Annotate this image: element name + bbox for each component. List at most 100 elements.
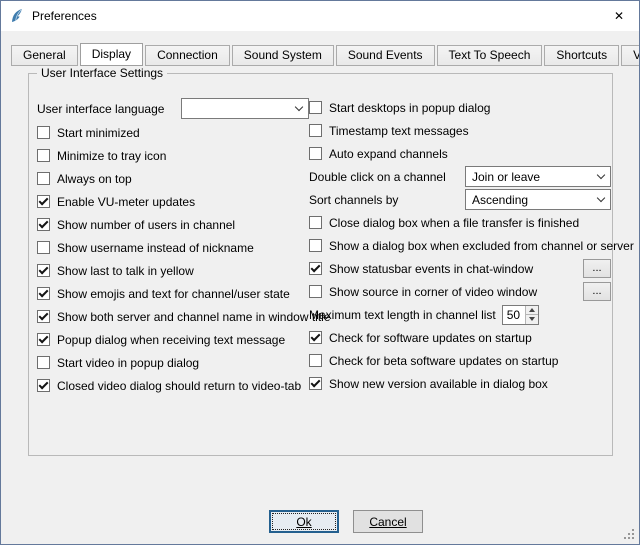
checkbox-label: Auto expand channels (329, 147, 448, 161)
cancel-button[interactable]: Cancel (353, 510, 423, 533)
sort-channels-row: Sort channels by Ascending (309, 188, 611, 211)
checkbox-box (37, 172, 50, 185)
tab-text-to-speech[interactable]: Text To Speech (437, 45, 543, 66)
checkbox-minimize-to-tray[interactable]: Minimize to tray icon (37, 144, 309, 167)
checkbox-start-video-popup[interactable]: Start video in popup dialog (37, 351, 309, 374)
checkbox-label: Show statusbar events in chat-window (329, 262, 533, 276)
ok-button[interactable]: Ok (269, 510, 339, 533)
checkbox-label: Enable VU-meter updates (57, 195, 195, 209)
checkbox-timestamp-messages[interactable]: Timestamp text messages (309, 119, 611, 142)
checkbox-label: Show new version available in dialog box (329, 377, 548, 391)
checkbox-box (37, 356, 50, 369)
language-label: User interface language (37, 102, 164, 116)
group-title: User Interface Settings (37, 66, 167, 80)
tab-bar: General Display Connection Sound System … (11, 43, 634, 66)
checkbox-box (37, 195, 50, 208)
checkbox-box (309, 147, 322, 160)
checkbox-show-username[interactable]: Show username instead of nickname (37, 236, 309, 259)
language-select[interactable] (181, 98, 309, 119)
checkbox-box (309, 124, 322, 137)
spin-down-button[interactable] (526, 315, 538, 324)
checkbox-excluded-dialog[interactable]: Show a dialog box when excluded from cha… (309, 234, 611, 257)
checkbox-label: Show a dialog box when excluded from cha… (329, 239, 634, 253)
checkbox-popup-text-message[interactable]: Popup dialog when receiving text message (37, 328, 309, 351)
double-click-select-value: Join or leave (472, 170, 592, 184)
chevron-down-icon (597, 171, 605, 179)
checkbox-label: Timestamp text messages (329, 124, 469, 138)
dialog-footer: Ok Cancel (1, 510, 639, 533)
max-text-length-row: Maximum text length in channel list 50 (309, 303, 611, 326)
checkbox-check-beta-updates[interactable]: Check for beta software updates on start… (309, 349, 611, 372)
sort-channels-label: Sort channels by (309, 193, 398, 207)
double-click-select[interactable]: Join or leave (465, 166, 611, 187)
max-text-length-spinner[interactable]: 50 (502, 305, 539, 325)
checkbox-box (37, 333, 50, 346)
checkbox-new-version-dialog[interactable]: Show new version available in dialog box (309, 372, 611, 395)
checkbox-box (37, 287, 50, 300)
checkbox-last-to-talk-yellow[interactable]: Show last to talk in yellow (37, 259, 309, 282)
checkbox-box (309, 262, 322, 275)
checkbox-label: Minimize to tray icon (57, 149, 166, 163)
checkbox-close-on-file-transfer[interactable]: Close dialog box when a file transfer is… (309, 211, 611, 234)
checkbox-label: Start minimized (57, 126, 140, 140)
titlebar: Preferences ✕ (1, 1, 639, 31)
left-settings-column: User interface language Start minimized … (37, 96, 309, 397)
statusbar-events-browse-button[interactable]: ... (583, 259, 611, 278)
checkbox-label: Always on top (57, 172, 132, 186)
checkbox-show-emojis[interactable]: Show emojis and text for channel/user st… (37, 282, 309, 305)
spin-up-button[interactable] (526, 306, 538, 316)
sort-channels-select[interactable]: Ascending (465, 189, 611, 210)
checkbox-box (309, 331, 322, 344)
checkbox-box (37, 241, 50, 254)
tab-connection[interactable]: Connection (145, 45, 230, 66)
checkbox-box (37, 264, 50, 277)
checkbox-label: Show number of users in channel (57, 218, 235, 232)
checkbox-box (309, 239, 322, 252)
checkbox-label: Show source in corner of video window (329, 285, 537, 299)
checkbox-box (37, 310, 50, 323)
tab-video[interactable]: Video (621, 45, 640, 66)
checkbox-video-source-corner[interactable]: Show source in corner of video window ..… (309, 280, 611, 303)
tab-shortcuts[interactable]: Shortcuts (544, 45, 619, 66)
preferences-dialog: Preferences ✕ General Display Connection… (0, 0, 640, 545)
tab-sound-events[interactable]: Sound Events (336, 45, 435, 66)
app-icon (9, 8, 25, 24)
checkbox-start-desktops-popup[interactable]: Start desktops in popup dialog (309, 96, 611, 119)
checkbox-box (309, 285, 322, 298)
sort-channels-select-value: Ascending (472, 193, 592, 207)
checkbox-label: Show emojis and text for channel/user st… (57, 287, 290, 301)
video-source-browse-button[interactable]: ... (583, 282, 611, 301)
window-title: Preferences (32, 9, 97, 23)
tab-display[interactable]: Display (80, 43, 143, 66)
tab-sound-system[interactable]: Sound System (232, 45, 334, 66)
checkbox-label: Start video in popup dialog (57, 356, 199, 370)
checkbox-label: Show username instead of nickname (57, 241, 254, 255)
checkbox-server-channel-in-title[interactable]: Show both server and channel name in win… (37, 305, 309, 328)
language-row: User interface language (37, 96, 309, 121)
checkbox-label: Closed video dialog should return to vid… (57, 379, 301, 393)
close-button[interactable]: ✕ (599, 1, 639, 31)
checkbox-check-updates[interactable]: Check for software updates on startup (309, 326, 611, 349)
checkbox-label: Popup dialog when receiving text message (57, 333, 285, 347)
checkbox-box (37, 218, 50, 231)
tab-general[interactable]: General (11, 45, 78, 66)
checkbox-vu-meter-updates[interactable]: Enable VU-meter updates (37, 190, 309, 213)
resize-grip[interactable] (624, 529, 635, 540)
checkbox-auto-expand-channels[interactable]: Auto expand channels (309, 142, 611, 165)
checkbox-box (37, 379, 50, 392)
checkbox-label: Start desktops in popup dialog (329, 101, 490, 115)
checkbox-label: Show last to talk in yellow (57, 264, 194, 278)
double-click-label: Double click on a channel (309, 170, 446, 184)
checkbox-closed-video-return[interactable]: Closed video dialog should return to vid… (37, 374, 309, 397)
checkbox-box (309, 101, 322, 114)
checkbox-always-on-top[interactable]: Always on top (37, 167, 309, 190)
spinner-buttons (525, 306, 538, 324)
right-settings-column: Start desktops in popup dialog Timestamp… (309, 96, 611, 395)
max-text-length-value: 50 (503, 306, 525, 324)
user-interface-settings-group: User Interface Settings User interface l… (28, 73, 613, 456)
checkbox-box (309, 377, 322, 390)
checkbox-show-user-count[interactable]: Show number of users in channel (37, 213, 309, 236)
checkbox-statusbar-events[interactable]: Show statusbar events in chat-window ... (309, 257, 611, 280)
checkbox-start-minimized[interactable]: Start minimized (37, 121, 309, 144)
double-click-row: Double click on a channel Join or leave (309, 165, 611, 188)
